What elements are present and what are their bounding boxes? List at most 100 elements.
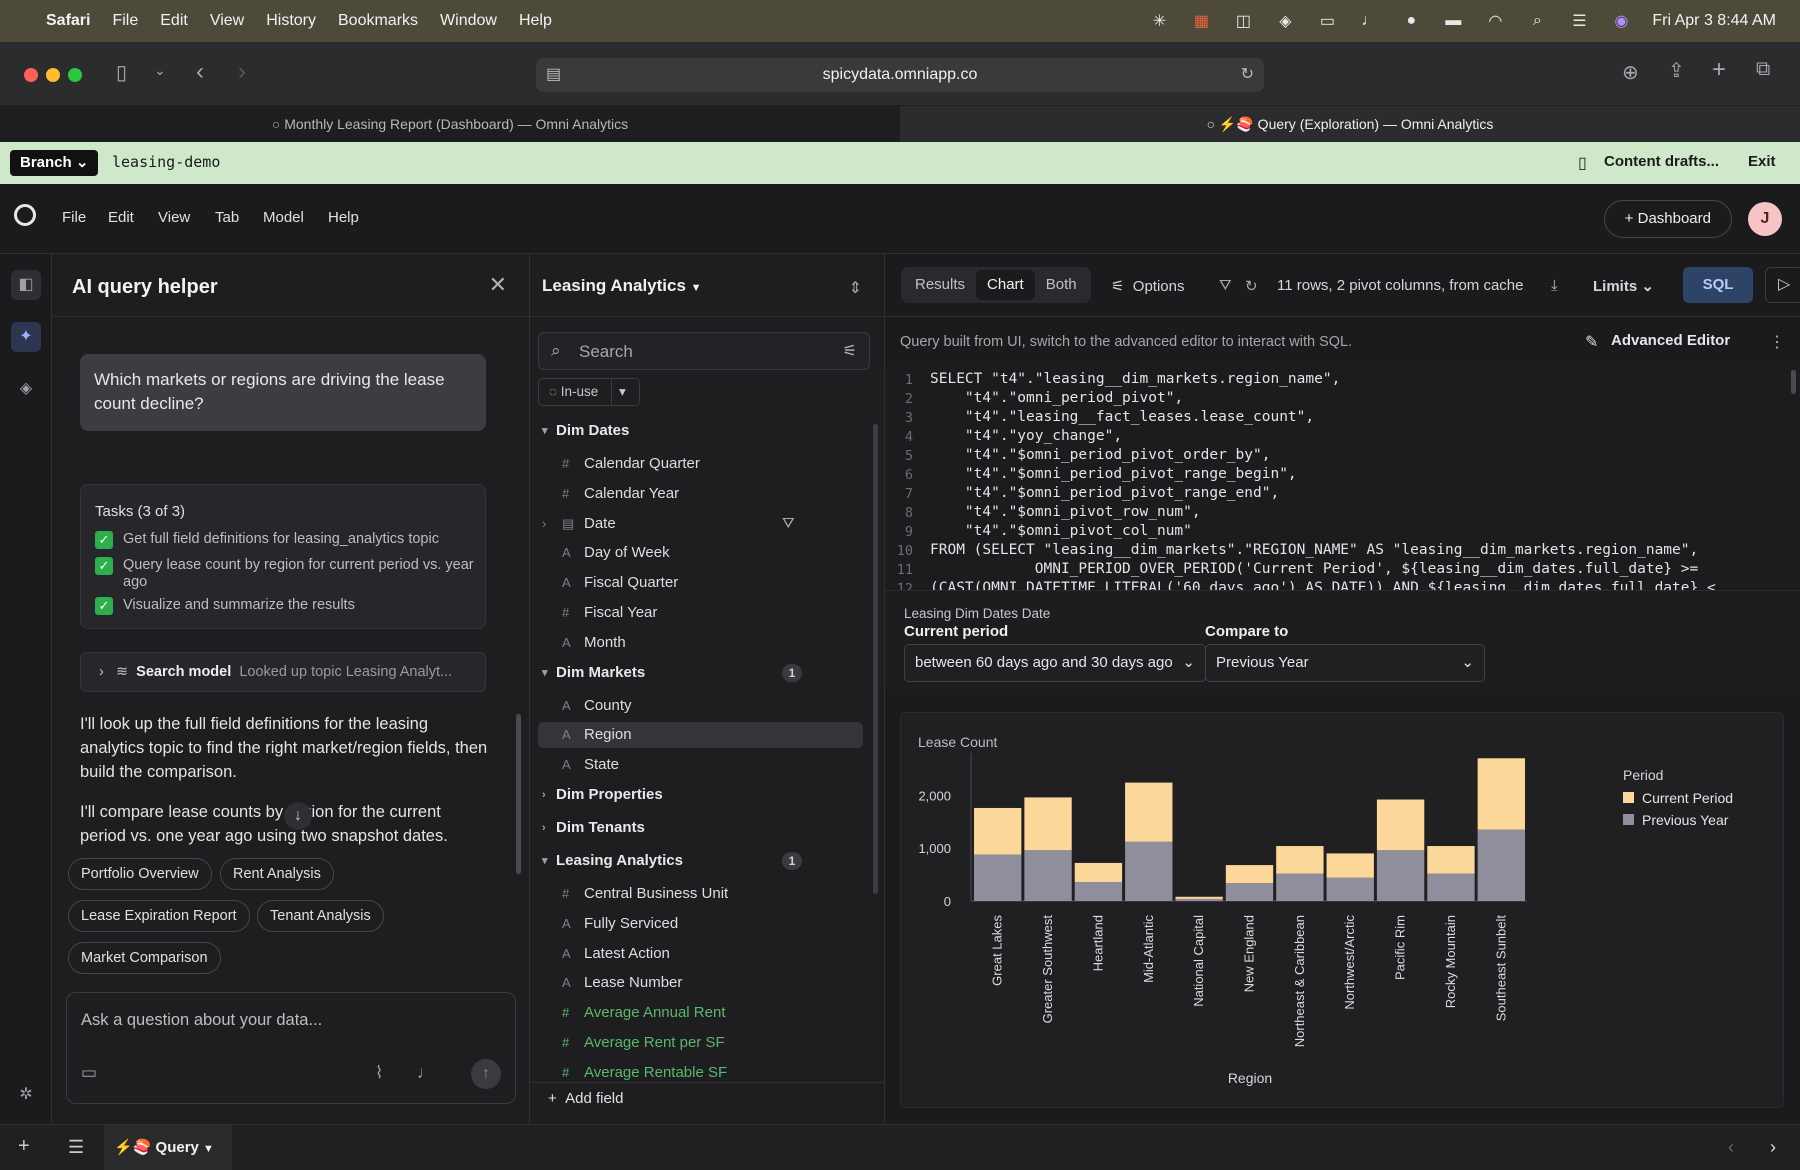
limits-button[interactable]: Limits ⌄ (1593, 277, 1654, 295)
browser-tab-query[interactable]: ○ ⚡🍣 Query (Exploration) — Omni Analytic… (900, 106, 1800, 142)
bug-icon[interactable]: ✲ (11, 1080, 41, 1110)
field-item[interactable]: A State (538, 752, 863, 778)
screen-icon[interactable]: ▭ (1316, 12, 1338, 30)
ask-input[interactable]: Ask a question about your data... ▭ ⌇ ♩ … (66, 992, 516, 1104)
field-item[interactable]: A Fully Serviced (538, 911, 863, 937)
menu-bookmarks[interactable]: Bookmarks (338, 12, 418, 30)
close-icon[interactable]: ✕ (489, 272, 507, 298)
sql-button[interactable]: SQL (1683, 267, 1753, 303)
url-bar[interactable]: ▤ spicydata.omniapp.co ↻ (536, 58, 1264, 92)
battery-icon[interactable]: ▬ (1442, 12, 1464, 30)
zoom-window-button[interactable] (68, 68, 82, 82)
filter-icon[interactable]: ⛛ (1219, 277, 1232, 294)
add-tab-icon[interactable]: + (18, 1135, 30, 1158)
in-use-filter[interactable]: ◌ In-use ▾ (538, 378, 640, 406)
menu-view[interactable]: View (210, 12, 244, 30)
scrollbar[interactable] (1791, 370, 1796, 394)
menu-app-name[interactable]: Safari (46, 12, 90, 30)
suggestion-chip[interactable]: Rent Analysis (220, 858, 334, 890)
query-tab[interactable]: ⚡🍣 Query ▼ (104, 1125, 232, 1170)
scrollbar[interactable] (516, 714, 521, 874)
menu-help[interactable]: Help (519, 12, 552, 30)
chevron-right-icon[interactable]: › (542, 511, 546, 537)
menubar-datetime[interactable]: Fri Apr 3 8:44 AM (1652, 12, 1776, 30)
add-field-button[interactable]: + Add field (548, 1090, 623, 1107)
scroll-right-icon[interactable]: › (1770, 1137, 1776, 1158)
office-icon[interactable]: ▦ (1190, 12, 1212, 30)
exit-button[interactable]: Exit (1748, 153, 1776, 170)
wifi-icon[interactable]: ◠ (1484, 12, 1506, 30)
menu-file[interactable]: File (112, 12, 138, 30)
scroll-left-icon[interactable]: ‹ (1728, 1137, 1734, 1158)
panel-toggle-icon[interactable]: ◧ (11, 270, 41, 300)
content-drafts-button[interactable]: Content drafts... (1604, 153, 1719, 170)
user-icon[interactable]: ● (1400, 12, 1422, 30)
field-group[interactable]: ▾ Dim Dates (538, 418, 863, 444)
siri-icon[interactable]: ◉ (1610, 12, 1632, 30)
app-menu-tab[interactable]: Tab (215, 209, 239, 226)
branch-button[interactable]: Branch ⌄ (10, 150, 99, 176)
prompt-library-icon[interactable]: ▭ (81, 1063, 97, 1083)
tab-overview-icon[interactable]: ⧉ (1756, 58, 1770, 81)
options-button[interactable]: ⚟ Options (1111, 277, 1185, 295)
sql-editor[interactable]: 1 SELECT "t4"."leasing__dim_markets.regio… (885, 366, 1800, 590)
suggestion-chip[interactable]: Portfolio Overview (68, 858, 212, 890)
compare-to-select[interactable]: Previous Year ⌄ (1205, 644, 1485, 682)
field-item[interactable]: # Fiscal Year (538, 600, 863, 626)
current-period-select[interactable]: between 60 days ago and 30 days ago ⌄ (904, 644, 1206, 682)
forward-icon[interactable]: › (238, 58, 246, 86)
chevron-down-icon[interactable]: ⌄ (154, 62, 166, 79)
suggestion-chip[interactable]: Market Comparison (68, 942, 221, 974)
field-item[interactable]: # Average Rent per SF (538, 1030, 863, 1056)
cache-refresh-icon[interactable]: ↻ (1245, 277, 1258, 295)
page-settings-icon[interactable]: ▤ (546, 58, 561, 92)
search-model-step[interactable]: › ≋ Search model Looked up topic Leasing… (80, 652, 486, 692)
new-tab-icon[interactable]: + (1712, 56, 1726, 84)
share-icon[interactable]: ⇪ (1668, 58, 1685, 83)
more-options-icon[interactable]: ⋮ (1769, 332, 1785, 352)
tab-results[interactable]: Results (904, 270, 976, 300)
downloads-icon[interactable]: ⊕ (1622, 60, 1639, 85)
menu-edit[interactable]: Edit (160, 12, 188, 30)
field-item[interactable]: A County (538, 693, 863, 719)
control-center-icon[interactable]: ☰ (1568, 12, 1590, 30)
filter-icon[interactable]: ⛛ (782, 511, 795, 537)
field-group[interactable]: › Dim Tenants (538, 815, 863, 841)
microphone-icon[interactable]: ♩ (417, 1063, 434, 1083)
field-group[interactable]: › Dim Properties (538, 782, 863, 808)
field-item[interactable]: A Fiscal Quarter (538, 570, 863, 596)
field-item[interactable]: # Central Business Unit (538, 881, 863, 907)
minimize-window-button[interactable] (46, 68, 60, 82)
field-item[interactable]: A Latest Action (538, 941, 863, 967)
field-item[interactable]: A Lease Number (538, 970, 863, 996)
microphone-icon[interactable]: ♩ (1358, 12, 1380, 30)
sidebar-toggle-icon[interactable]: ▯ (116, 60, 127, 85)
search-icon[interactable]: ⌕ (1526, 12, 1548, 30)
field-item[interactable]: A Day of Week (538, 540, 863, 566)
filter-settings-icon[interactable]: ⚟ (843, 341, 857, 361)
sparkle-icon[interactable]: ✳ (1148, 12, 1170, 30)
field-item[interactable]: ▤ › ⛛ Date (538, 511, 863, 537)
menu-icon[interactable]: ☰ (68, 1137, 84, 1158)
avatar[interactable]: J (1748, 202, 1782, 236)
menu-window[interactable]: Window (440, 12, 497, 30)
scrollbar[interactable] (873, 424, 878, 894)
back-icon[interactable]: ‹ (196, 58, 204, 86)
teams-icon[interactable]: ◈ (1274, 12, 1296, 30)
field-search-input[interactable]: ⌕ Search ⚟ (538, 332, 870, 370)
field-item[interactable]: A Region (538, 722, 863, 749)
outlook-icon[interactable]: ◫ (1232, 12, 1254, 30)
field-item[interactable]: # Average Annual Rent (538, 1000, 863, 1026)
collapse-icon[interactable]: ⇕ (849, 278, 862, 298)
suggestion-chip[interactable]: Lease Expiration Report (68, 900, 250, 932)
field-item[interactable]: # Calendar Year (538, 481, 863, 507)
run-icon[interactable]: ▷ (1765, 267, 1800, 303)
scroll-down-icon[interactable]: ↓ (284, 802, 312, 830)
field-group[interactable]: ▾ Dim Markets 1 (538, 660, 863, 686)
menu-history[interactable]: History (266, 12, 316, 30)
omni-logo-icon[interactable] (14, 204, 36, 226)
app-menu-help[interactable]: Help (328, 209, 359, 226)
field-item[interactable]: # Calendar Quarter (538, 451, 863, 477)
reload-icon[interactable]: ↻ (1241, 58, 1254, 92)
add-to-dashboard-button[interactable]: + Dashboard (1603, 200, 1732, 238)
